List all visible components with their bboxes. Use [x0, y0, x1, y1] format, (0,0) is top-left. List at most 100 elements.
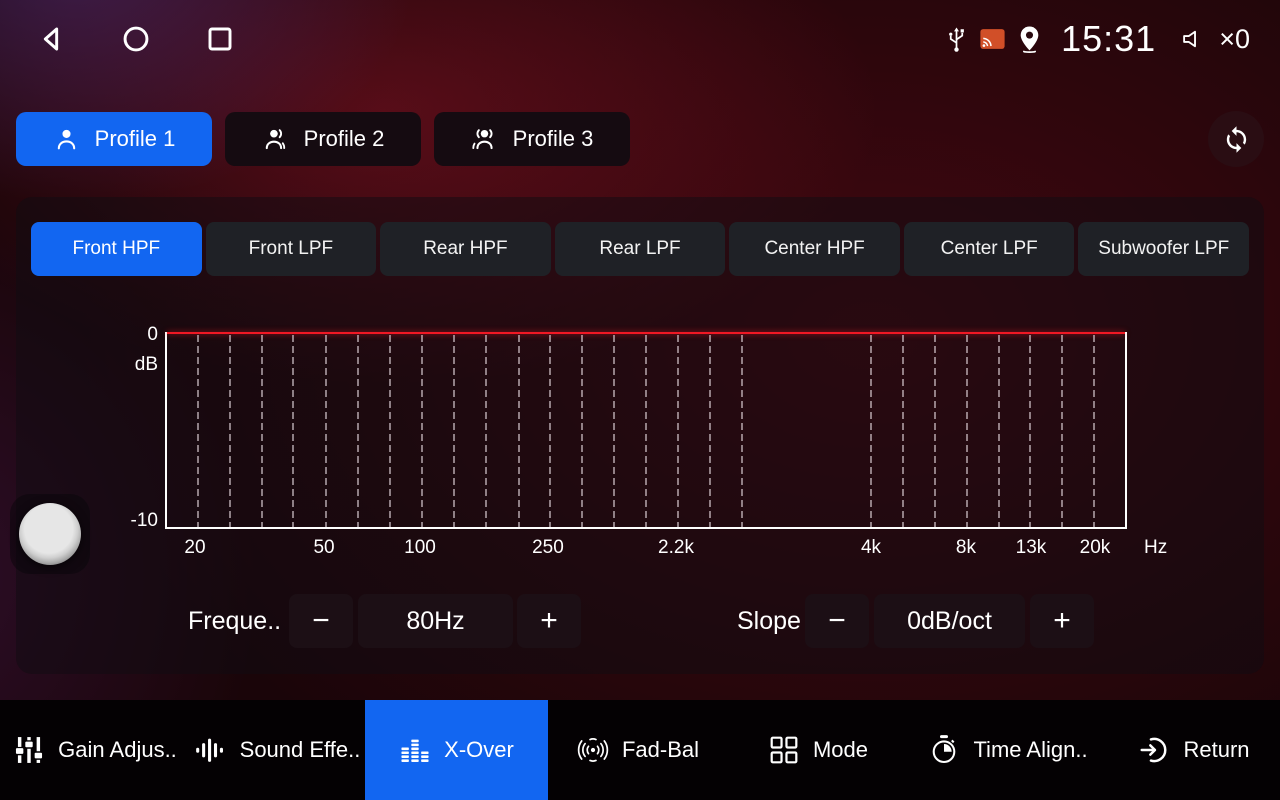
y-axis-min-label: -10: [110, 510, 158, 532]
x-tick-label: 50: [313, 537, 334, 559]
cast-icon: [979, 28, 1006, 50]
plus-icon: +: [540, 604, 558, 638]
nav-item-label: Time Align..: [973, 737, 1087, 763]
x-tick-label: 20: [184, 537, 205, 559]
response-curve: [167, 332, 1125, 334]
gain-icon: [13, 734, 45, 766]
tab-front-lpf[interactable]: Front LPF: [206, 222, 377, 276]
nav-item-label: Fad-Bal: [622, 737, 699, 763]
gridline: [1093, 335, 1095, 527]
volume-muted-icon: [1181, 26, 1208, 52]
frequency-label: Freque..: [188, 594, 281, 648]
x-axis-ticks: 20 50 100 250 2.2k 4k 8k 13k 20k: [165, 537, 1127, 563]
slope-value: 0dB/oct: [874, 594, 1025, 648]
tab-label: Center LPF: [941, 238, 1038, 260]
back-icon[interactable]: [36, 23, 68, 55]
minus-icon: −: [312, 604, 330, 638]
profile-row: Profile 1 Profile 2 Profile 3: [16, 111, 1264, 167]
status-indicators: 15:31 ×0: [945, 18, 1250, 60]
nav-item-time-align[interactable]: Time Align..: [908, 700, 1108, 800]
return-icon: [1138, 734, 1170, 766]
profile-tab-2[interactable]: Profile 2: [225, 112, 421, 166]
nav-item-return[interactable]: Return: [1108, 700, 1280, 800]
usb-icon: [945, 24, 968, 54]
x-tick-label: 100: [404, 537, 436, 559]
xover-icon: [399, 734, 431, 766]
gridline: [709, 335, 711, 527]
profile-tab-3[interactable]: Profile 3: [434, 112, 630, 166]
gridline: [549, 335, 551, 527]
frequency-increase-button[interactable]: +: [517, 594, 581, 648]
x-axis-unit-label: Hz: [1144, 537, 1167, 559]
gridline: [485, 335, 487, 527]
tab-rear-lpf[interactable]: Rear LPF: [555, 222, 726, 276]
soundfx-icon: [195, 734, 227, 766]
gridline: [934, 335, 936, 527]
gridline: [1029, 335, 1031, 527]
nav-item-sound-effe[interactable]: Sound Effe..: [190, 700, 365, 800]
gridline: [518, 335, 520, 527]
volume-level: ×0: [1219, 24, 1250, 55]
timealign-icon: [928, 734, 960, 766]
x-tick-label: 2.2k: [658, 537, 694, 559]
tab-front-hpf[interactable]: Front HPF: [31, 222, 202, 276]
nav-item-mode[interactable]: Mode: [728, 700, 908, 800]
y-axis-unit-label: dB: [116, 354, 158, 376]
profile-tab-label: Profile 1: [95, 126, 176, 152]
tab-subwoofer-lpf[interactable]: Subwoofer LPF: [1078, 222, 1249, 276]
person3-icon: [471, 126, 498, 153]
profile-tab-label: Profile 2: [304, 126, 385, 152]
gridline: [902, 335, 904, 527]
nav-item-label: X-Over: [444, 737, 514, 763]
gridline: [261, 335, 263, 527]
recents-icon[interactable]: [204, 23, 236, 55]
bottom-nav-bar: Gain Adjus.. Sound Effe.. X-Over Fad-Bal Mod…: [0, 700, 1280, 800]
tab-rear-hpf[interactable]: Rear HPF: [380, 222, 551, 276]
frequency-response-plot[interactable]: [165, 332, 1127, 529]
refresh-button[interactable]: [1208, 111, 1264, 167]
nav-item-x-over[interactable]: X-Over: [365, 700, 548, 800]
gridline: [613, 335, 615, 527]
plus-icon: +: [1053, 604, 1071, 638]
profile-tabs: Profile 1 Profile 2 Profile 3: [16, 112, 643, 166]
tab-label: Front HPF: [72, 238, 160, 260]
tab-center-hpf[interactable]: Center HPF: [729, 222, 900, 276]
tab-center-lpf[interactable]: Center LPF: [904, 222, 1075, 276]
tab-label: Rear LPF: [599, 238, 680, 260]
gridline: [581, 335, 583, 527]
home-icon[interactable]: [120, 23, 152, 55]
gridline: [453, 335, 455, 527]
gridline: [741, 335, 743, 527]
tab-label: Subwoofer LPF: [1098, 238, 1229, 260]
x-tick-label: 250: [532, 537, 564, 559]
gridline: [645, 335, 647, 527]
slope-increase-button[interactable]: +: [1030, 594, 1094, 648]
filter-tab-bar: Front HPF Front LPF Rear HPF Rear LPF Center…: [31, 222, 1249, 276]
frequency-decrease-button[interactable]: −: [289, 594, 353, 648]
gridline: [229, 335, 231, 527]
nav-item-fad-bal[interactable]: Fad-Bal: [548, 700, 728, 800]
person-icon: [53, 126, 80, 153]
tab-label: Rear HPF: [423, 238, 507, 260]
x-tick-label: 4k: [861, 537, 881, 559]
tab-label: Front LPF: [249, 238, 333, 260]
x-tick-label: 20k: [1080, 537, 1111, 559]
gridline: [325, 335, 327, 527]
android-nav-icons: [36, 23, 236, 55]
nav-item-label: Gain Adjus..: [58, 737, 177, 763]
location-icon: [1017, 25, 1042, 54]
profile-tab-label: Profile 3: [513, 126, 594, 152]
x-tick-label: 8k: [956, 537, 976, 559]
nav-item-label: Return: [1183, 737, 1249, 763]
fadbal-icon: [577, 734, 609, 766]
gridline: [292, 335, 294, 527]
gridline: [870, 335, 872, 527]
tab-label: Center HPF: [764, 238, 864, 260]
profile-tab-1[interactable]: Profile 1: [16, 112, 212, 166]
x-tick-label: 13k: [1016, 537, 1047, 559]
floating-assist-ball[interactable]: [10, 494, 90, 574]
nav-item-gain-adjus[interactable]: Gain Adjus..: [0, 700, 190, 800]
slope-decrease-button[interactable]: −: [805, 594, 869, 648]
slope-label: Slope: [737, 594, 801, 648]
nav-item-label: Sound Effe..: [240, 737, 361, 763]
